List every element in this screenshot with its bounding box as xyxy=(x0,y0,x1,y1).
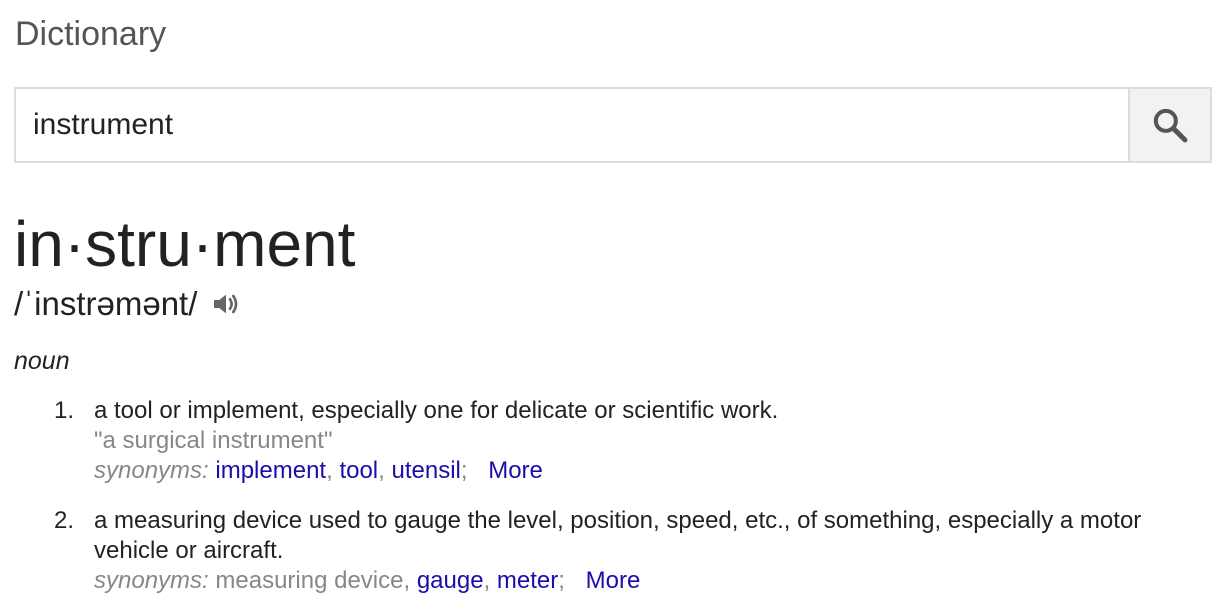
definition-text: a tool or implement, especially one for … xyxy=(94,397,779,424)
synonym-link[interactable]: utensil xyxy=(391,457,460,484)
pronunciation: /ˈinstrəmənt/ xyxy=(14,285,198,322)
more-synonyms-link[interactable]: More xyxy=(488,457,543,484)
audio-button[interactable] xyxy=(209,287,243,321)
synonym-text: measuring device xyxy=(215,567,404,594)
synonyms-row: synonyms: implement, tool, utensil; More xyxy=(94,456,1230,486)
synonym-link[interactable]: implement xyxy=(215,457,326,484)
definition-example: "a surgical instrument" xyxy=(94,427,333,454)
synonyms-row: synonyms: measuring device, gauge, meter… xyxy=(94,566,1230,596)
search-icon xyxy=(1153,108,1188,143)
search-box xyxy=(14,87,1212,163)
synonym-separator: , xyxy=(483,567,491,594)
definition-item: 1. a tool or implement, especially one f… xyxy=(0,396,1230,486)
synonyms-label: synonyms: xyxy=(94,457,209,484)
headword: in·stru·ment xyxy=(14,208,356,280)
synonym-separator: , xyxy=(326,457,333,484)
synonym-link[interactable]: meter xyxy=(497,567,558,594)
definition-text: a measuring device used to gauge the lev… xyxy=(94,507,1142,564)
synonym-link[interactable]: tool xyxy=(339,457,378,484)
search-input[interactable] xyxy=(16,89,1128,161)
pronunciation-row: /ˈinstrəmənt/ xyxy=(14,282,243,326)
definition-number: 1. xyxy=(54,397,75,424)
definition-item: 2. a measuring device used to gauge the … xyxy=(0,506,1230,596)
search-button[interactable] xyxy=(1128,89,1210,161)
part-of-speech: noun xyxy=(14,347,70,375)
definition-list: 1. a tool or implement, especially one f… xyxy=(0,396,1230,610)
synonyms-label: synonyms: xyxy=(94,567,209,594)
dictionary-card: Dictionary in·stru·ment /ˈinstrəmənt/ no… xyxy=(0,0,1230,610)
section-title: Dictionary xyxy=(15,15,167,53)
more-synonyms-link[interactable]: More xyxy=(586,567,641,594)
definition-number: 2. xyxy=(54,507,75,534)
speaker-icon xyxy=(214,294,238,314)
synonym-separator: ; xyxy=(460,457,468,484)
synonym-separator: , xyxy=(403,567,411,594)
synonym-separator: ; xyxy=(558,567,565,594)
synonym-separator: , xyxy=(378,457,385,484)
synonym-link[interactable]: gauge xyxy=(417,567,484,594)
